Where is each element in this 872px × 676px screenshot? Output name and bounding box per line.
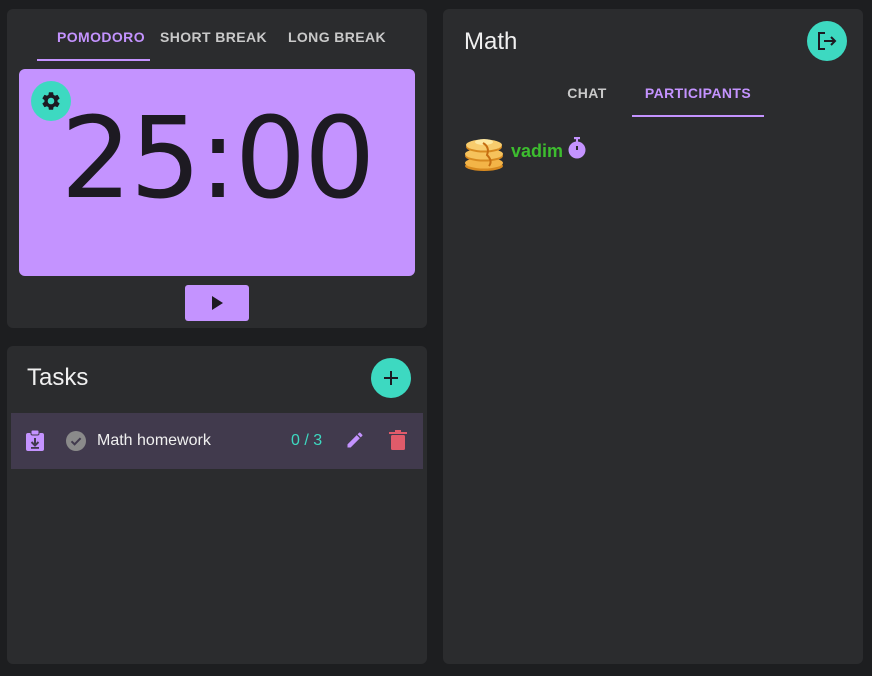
timer-display: 25:00: [60, 94, 376, 224]
tab-pomodoro[interactable]: POMODORO: [51, 29, 151, 45]
tab-participants-underline: [632, 115, 764, 117]
add-task-button[interactable]: [371, 358, 411, 398]
trash-icon[interactable]: [389, 430, 407, 450]
task-pomodoro-count: 0 / 3: [291, 432, 323, 449]
room-title: Math: [464, 28, 518, 55]
task-name: Math homework: [97, 432, 211, 449]
check-circle-icon[interactable]: [66, 431, 86, 451]
tab-pomodoro-underline: [37, 59, 150, 61]
play-icon: [212, 296, 223, 310]
tab-short-break[interactable]: SHORT BREAK: [157, 29, 270, 45]
task-row[interactable]: Math homework 0 / 3: [11, 413, 423, 469]
participant-name: vadim: [511, 141, 564, 161]
play-button[interactable]: [185, 285, 249, 321]
tasks-title: Tasks: [27, 364, 89, 391]
tab-participants[interactable]: PARTICIPANTS: [632, 85, 764, 101]
plus-icon: [384, 371, 398, 385]
tab-chat[interactable]: CHAT: [557, 85, 617, 101]
clipboard-drag-icon[interactable]: [25, 430, 45, 452]
tasks-panel: Tasks Math homework 0 / 3: [7, 346, 427, 664]
pancakes-avatar: [465, 139, 503, 171]
stopwatch-icon: [568, 137, 586, 159]
room-panel: Math CHAT PARTICIPANTS vadim: [443, 9, 863, 664]
logout-icon: [818, 32, 837, 50]
timer-panel: POMODORO SHORT BREAK LONG BREAK 25:00: [7, 9, 427, 328]
pencil-icon[interactable]: [345, 430, 365, 450]
leave-room-button[interactable]: [807, 21, 847, 61]
timer-card: 25:00: [19, 69, 415, 276]
tab-long-break[interactable]: LONG BREAK: [282, 29, 392, 45]
